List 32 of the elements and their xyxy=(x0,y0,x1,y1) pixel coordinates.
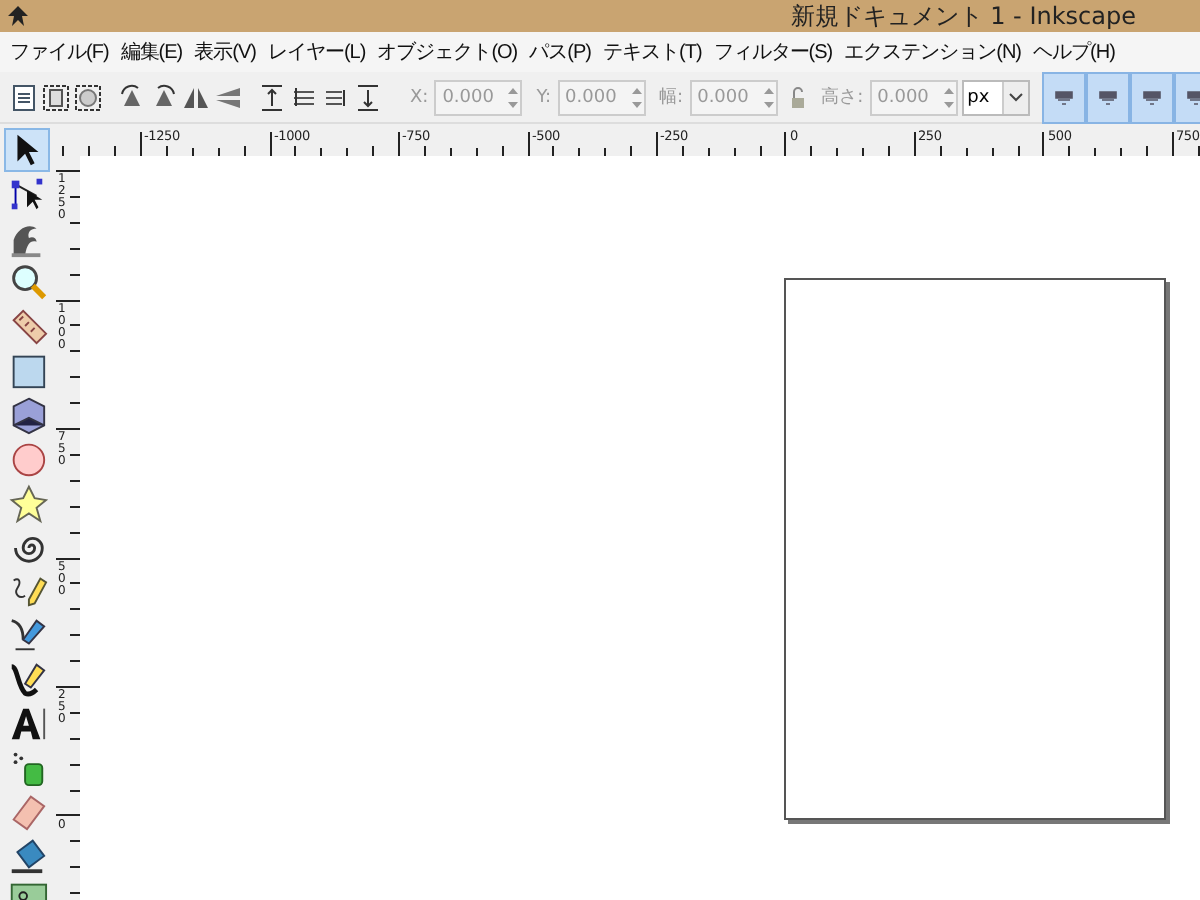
star-icon xyxy=(5,480,47,524)
scale-toggle-icon xyxy=(1095,85,1120,109)
select-all-icon xyxy=(40,81,72,113)
scale-toggle-icon xyxy=(1183,85,1200,109)
toggle-button[interactable] xyxy=(1129,71,1174,123)
menu-item[interactable]: テキスト(T) xyxy=(597,38,708,66)
menu-item[interactable]: ファイル(F) xyxy=(4,38,115,66)
toggle-button[interactable] xyxy=(1085,71,1130,123)
lock-icon xyxy=(787,83,808,111)
field-label: X: xyxy=(410,87,429,107)
menu-item[interactable]: 編集(E) xyxy=(114,38,189,66)
raise-to-top-icon xyxy=(256,81,288,113)
menu-item[interactable]: エクステンション(N) xyxy=(838,38,1028,66)
field-label: Y: xyxy=(536,87,552,107)
field-label: 幅: xyxy=(659,85,684,110)
field-label: 高さ: xyxy=(821,85,864,110)
tool-button[interactable] xyxy=(3,128,49,172)
menu-item[interactable]: フィルター(S) xyxy=(707,38,839,66)
lower-to-bottom-icon xyxy=(352,81,384,113)
scale-toggle-icon xyxy=(1139,85,1164,109)
toggle-button[interactable] xyxy=(1041,71,1086,123)
document-icon xyxy=(8,81,40,113)
menu-item[interactable]: オブジェクト(O) xyxy=(371,38,524,66)
select-all-layers-icon xyxy=(72,81,104,113)
scale-toggle-icon xyxy=(1051,85,1076,109)
menu-item[interactable]: 表示(V) xyxy=(188,38,262,66)
app-logo-icon xyxy=(6,3,30,27)
menu-item[interactable]: パス(P) xyxy=(523,38,597,66)
menu-item[interactable]: ヘルプ(H) xyxy=(1027,38,1121,66)
unit-dropdown[interactable]: px xyxy=(961,79,1030,115)
menu-item[interactable]: レイヤー(L) xyxy=(261,38,372,66)
window-title: 新規ドキュメント 1 - Inkscape xyxy=(790,0,1136,33)
